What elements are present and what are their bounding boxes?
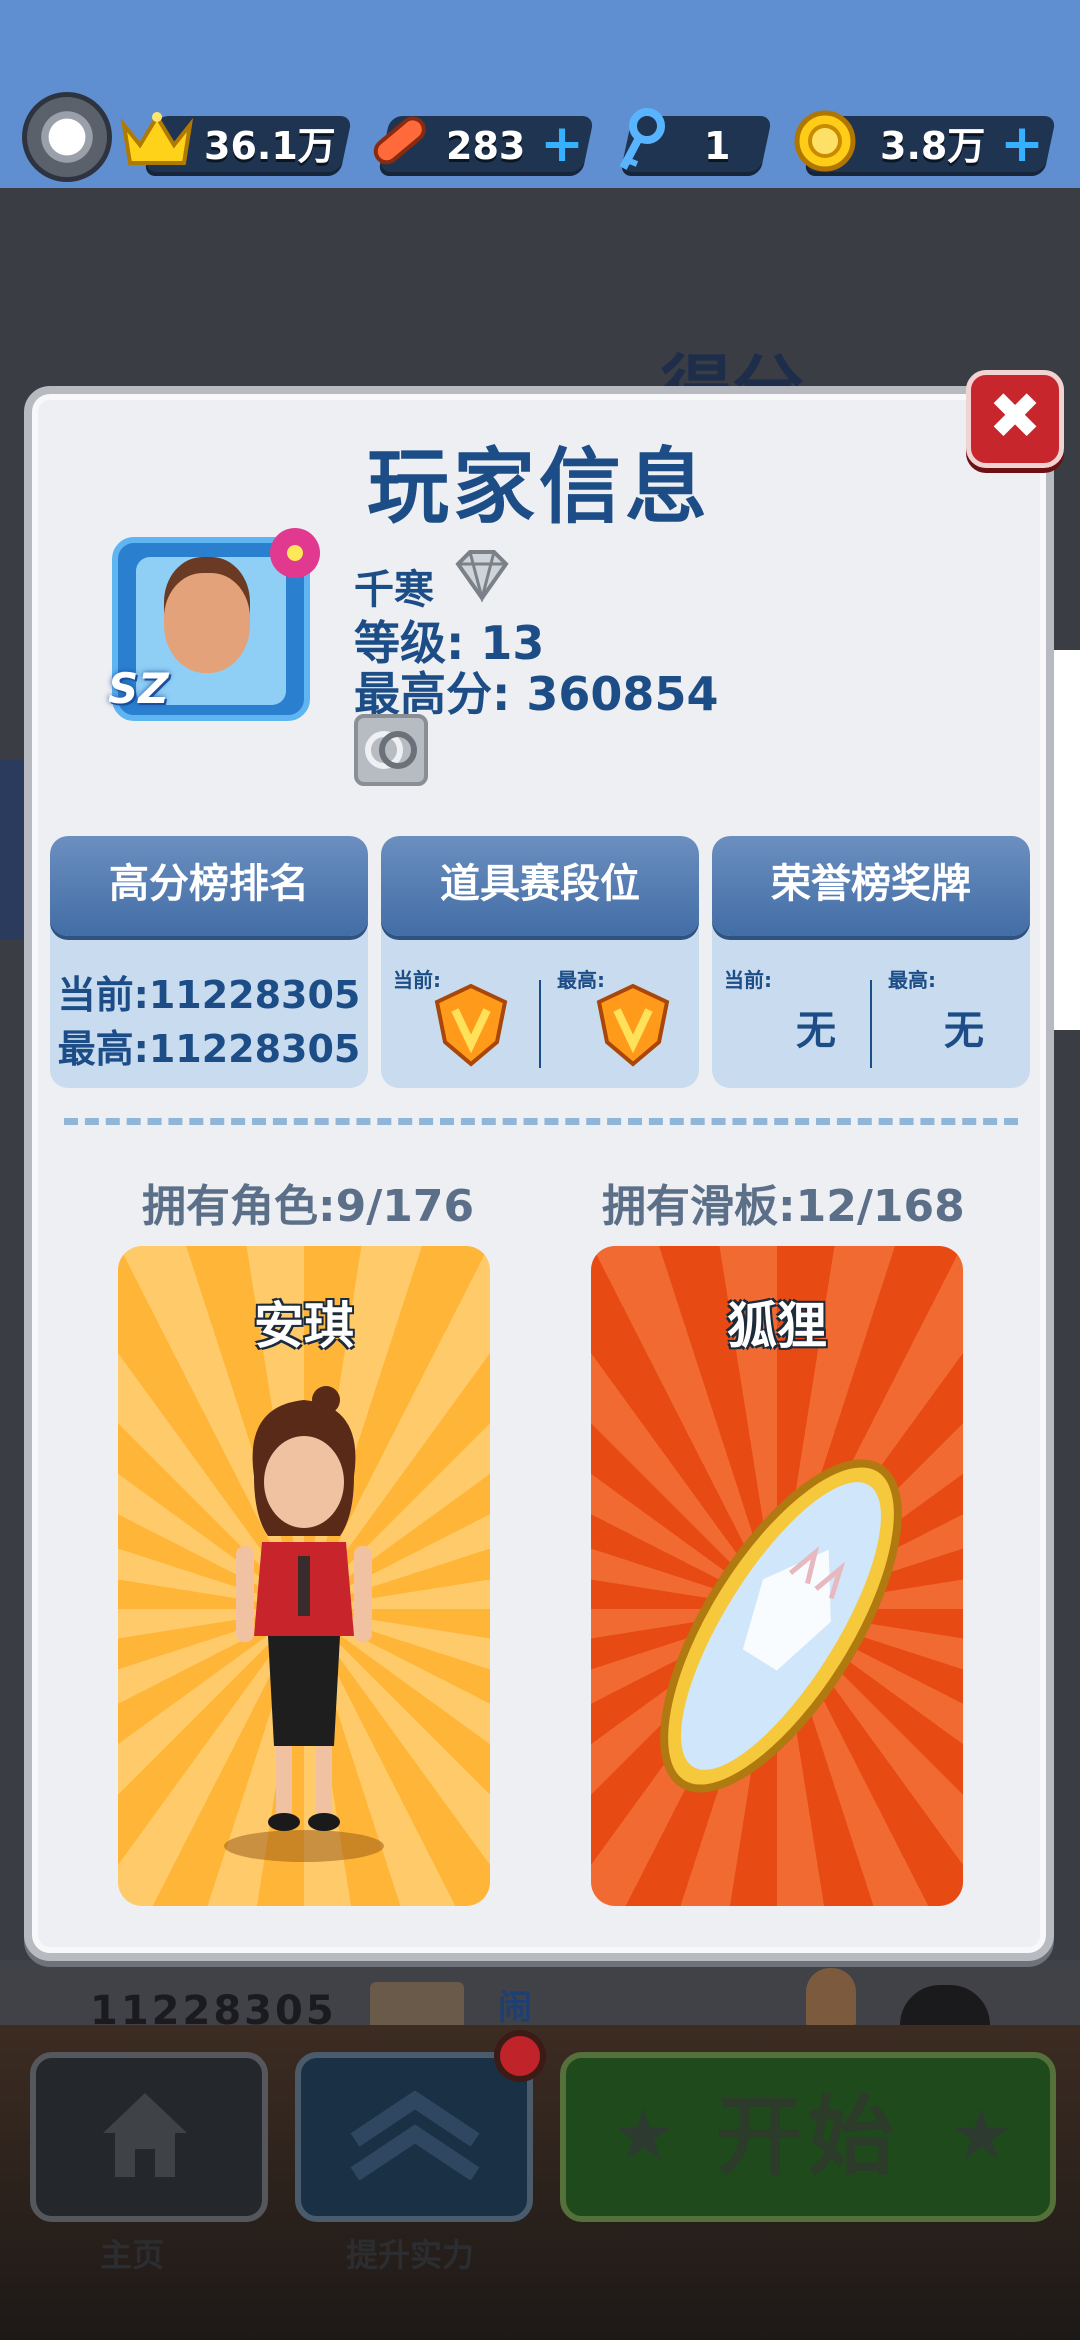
owned-boards-label: 拥有滑板:12/168 bbox=[602, 1181, 965, 1232]
honor-divider bbox=[870, 980, 872, 1068]
section-divider bbox=[64, 1118, 1018, 1125]
avatar-flower-icon bbox=[270, 528, 320, 578]
honor-best-label: 最高: bbox=[888, 968, 936, 992]
leaderboard-card[interactable]: 高分榜排名 当前:11228305 最高:11228305 bbox=[50, 836, 368, 1088]
board-card[interactable]: 狐狸 bbox=[591, 1246, 963, 1906]
key-count: 1 bbox=[704, 124, 731, 168]
item-race-card-title: 道具赛段位 bbox=[381, 836, 699, 936]
coin-count: 3.8万 bbox=[880, 124, 986, 168]
settings-gear-icon[interactable] bbox=[22, 92, 112, 182]
key-icon bbox=[600, 102, 678, 180]
avatar-face bbox=[164, 573, 250, 673]
honor-current-label: 当前: bbox=[724, 968, 772, 992]
board-count: 283 bbox=[446, 124, 526, 168]
honor-best-value: 无 bbox=[944, 1008, 984, 1054]
honor-card[interactable]: 荣誉榜奖牌 当前: 最高: 无 无 bbox=[712, 836, 1030, 1088]
board-name: 狐狸 bbox=[727, 1297, 827, 1355]
owned-characters-label: 拥有角色:9/176 bbox=[142, 1181, 475, 1232]
rings-badge-icon[interactable] bbox=[354, 714, 428, 786]
background-text: 闹 bbox=[498, 1988, 532, 2028]
leaderboard-current: 当前:11228305 bbox=[57, 973, 361, 1017]
modal-title: 玩家信息 bbox=[366, 440, 711, 535]
character-card[interactable]: 安琪 bbox=[118, 1246, 490, 1906]
hoverboard-icon bbox=[360, 102, 438, 180]
item-race-card[interactable]: 道具赛段位 当前: 最高: bbox=[381, 836, 699, 1088]
coin-icon bbox=[786, 102, 864, 180]
double-chevron-up-icon bbox=[350, 2090, 480, 2180]
medal-current-icon bbox=[434, 983, 508, 1067]
character-figure-image bbox=[224, 1386, 384, 1862]
honor-current-value: 无 bbox=[796, 1008, 836, 1054]
star-left-icon: ★ bbox=[612, 2094, 675, 2176]
item-race-divider bbox=[539, 980, 541, 1068]
coin-add-button[interactable]: + bbox=[1000, 118, 1044, 170]
crown-count: 36.1万 bbox=[204, 124, 336, 168]
star-right-icon: ★ bbox=[950, 2094, 1013, 2176]
fox-board-image bbox=[660, 1459, 902, 1793]
medal-best-icon bbox=[596, 983, 670, 1067]
background-avatar bbox=[806, 1968, 856, 2028]
honor-card-title: 荣誉榜奖牌 bbox=[712, 836, 1030, 936]
home-label: 主页 bbox=[100, 2236, 165, 2274]
board-add-button[interactable]: + bbox=[540, 118, 584, 170]
top-currency-bar: 36.1万 283 + 1 3.8万 + bbox=[0, 0, 1080, 188]
avatar-badge: SZ bbox=[108, 664, 169, 713]
character-name: 安琪 bbox=[254, 1297, 354, 1355]
leaderboard-best: 最高:11228305 bbox=[57, 1027, 361, 1071]
upgrade-label: 提升实力 bbox=[346, 2236, 475, 2274]
notification-dot bbox=[494, 2030, 546, 2082]
crown-icon bbox=[118, 102, 196, 180]
leaderboard-card-title: 高分榜排名 bbox=[50, 836, 368, 936]
diamond-rank-icon bbox=[455, 550, 509, 602]
home-icon bbox=[103, 2093, 187, 2177]
